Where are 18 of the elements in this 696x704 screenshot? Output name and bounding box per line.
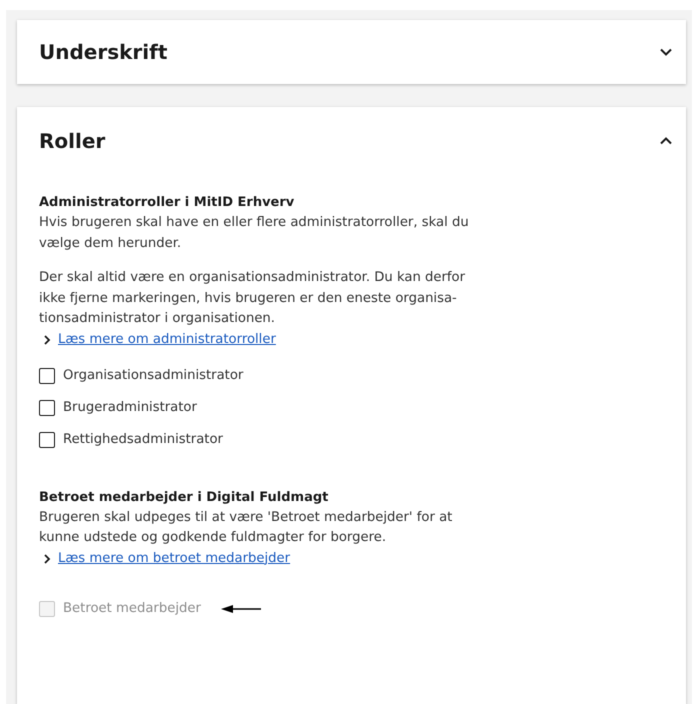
description-text: Der skal altid være en organisationsadministrator. Du kan derfor ikke fjerne markeringen, hvis brugeren er den eneste organisa- tionsadministrator i organisationen. [39,269,466,328]
checkbox-label: Brugeradministrator [63,400,197,415]
chevron-icon [42,554,52,564]
read-more-link[interactable]: Læs mere om betroet medarbejder [58,548,290,568]
chevron-icon [42,334,52,344]
section-header[interactable]: Roller [17,107,686,175]
read-more-link[interactable]: Læs mere om administratorroller [58,330,276,350]
description-text: Hvis brugeren skal have en eller flere administratorroller, skal du vælge dem herunder. [39,214,470,252]
checkbox[interactable] [39,368,55,384]
checkbox[interactable] [39,400,55,416]
section-header[interactable]: Underskrift [17,20,686,84]
group-heading: Administratorroller i MitID Erhverv [39,195,296,210]
checkbox-label: Rettighedsadministrator [63,432,223,447]
description-text: Brugeren skal udpeges til at være 'Betroet medarbejder' for at kunne udstede og godkende fuldmagter for borgere. [39,508,454,547]
group-heading: Betroet medarbejder i Digital Fuldmagt [39,490,330,504]
checkbox-label: Organisationsadministrator [63,368,244,383]
checkbox[interactable] [39,432,55,448]
checkbox-label: Betroet medarbejder [63,601,201,616]
